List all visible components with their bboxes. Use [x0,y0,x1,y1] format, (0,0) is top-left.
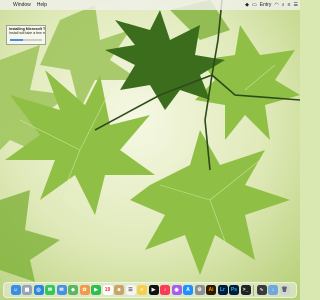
dock-podcasts-icon[interactable]: ◉ [171,285,182,295]
dock-photoshop-icon[interactable]: Ps [229,285,239,295]
dock-reminders-icon[interactable]: ☰ [125,285,136,295]
dock-app-store-icon[interactable]: A [183,285,193,295]
dock-finder-icon[interactable]: ☺ [10,285,21,295]
desktop-wallpaper [0,0,300,300]
dock-system-preferences-icon[interactable]: ⚙ [194,285,205,295]
notification-body: Install will take a few minutes [9,31,46,35]
dock-music-icon[interactable]: ♪ [160,285,170,295]
dock-photos-icon[interactable]: ✿ [79,285,90,295]
dock-downloads-icon[interactable]: ↓ [268,285,278,295]
install-progress-bar [10,39,42,41]
dock-illustrator-icon[interactable]: Ai [206,285,216,295]
dock-maps-icon[interactable]: ◆ [68,285,78,295]
menu-bar: Window Help ◆ ▭ Entry ◠ ⌕ ≡ ☰ [0,0,300,10]
menu-help[interactable]: Help [34,0,50,10]
search-icon[interactable]: ⌕ [282,0,285,10]
dock: ☺ ▦ ◎ ✉ ✉ ◆ ✿ ▶ 19 ☻ ☰ ≡ ▶ ♪ ◉ A ⚙ Ai Lr Ps >_ ∿ ↓ 🗑 [3,282,297,298]
dock-lightroom-icon[interactable]: Lr [217,285,228,295]
dock-tv-icon[interactable]: ▶ [148,285,159,295]
dropbox-icon[interactable]: ◆ [245,0,249,10]
battery-icon[interactable]: ▭ [252,0,257,10]
dock-launchpad-icon[interactable]: ▦ [22,285,32,295]
dock-notes-icon[interactable]: ≡ [137,285,147,295]
wifi-icon[interactable]: ◠ [274,0,278,10]
control-center-icon[interactable]: ≡ [288,0,291,10]
menu-window[interactable]: Window [10,0,34,10]
dock-messages-icon[interactable]: ✉ [45,285,55,295]
dock-activity-monitor-icon[interactable]: ∿ [256,285,267,295]
install-notification[interactable]: Installing Microsoft Teams Install will … [6,25,46,45]
dock-calendar-icon[interactable]: 19 [102,285,113,295]
dock-facetime-icon[interactable]: ▶ [91,285,101,295]
status-area: ◆ ▭ Entry ◠ ⌕ ≡ ☰ [245,0,298,10]
notification-center-icon[interactable]: ☰ [294,0,298,10]
dock-separator [253,284,254,296]
dock-contacts-icon[interactable]: ☻ [114,285,124,295]
dock-trash-icon[interactable]: 🗑 [279,285,290,295]
install-progress-fill [10,39,23,41]
dock-mail-icon[interactable]: ✉ [56,285,67,295]
clock-label[interactable]: Entry [260,0,272,10]
dock-safari-icon[interactable]: ◎ [33,285,44,295]
dock-terminal-icon[interactable]: >_ [240,285,251,295]
